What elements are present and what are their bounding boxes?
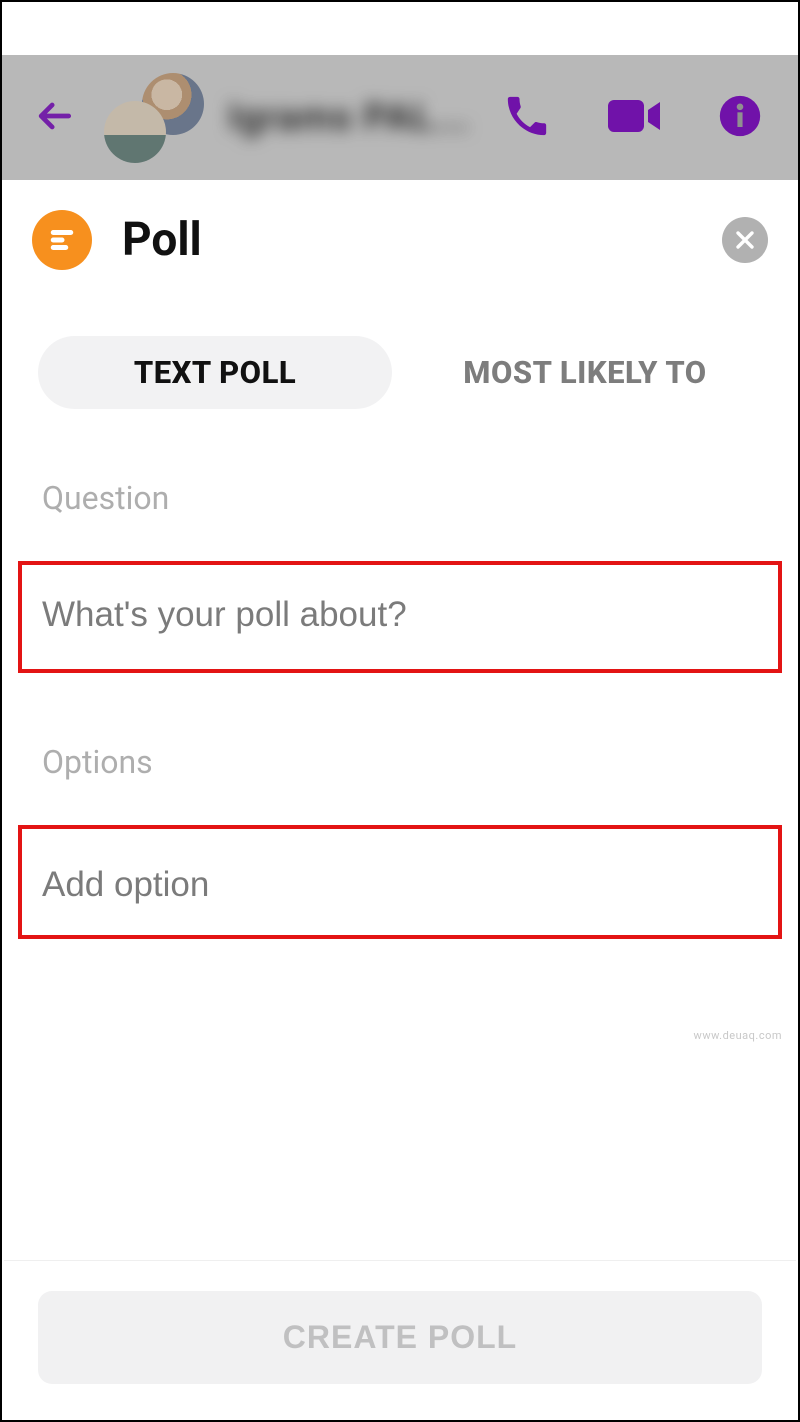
- sheet-footer: CREATE POLL: [4, 1260, 796, 1418]
- option-field-highlight: [18, 825, 782, 939]
- back-arrow-icon[interactable]: [32, 94, 76, 142]
- chat-title[interactable]: Igrams PAL...: [228, 96, 500, 140]
- watermark-text: www.deuaq.com: [694, 1029, 782, 1042]
- chat-top-nav: Igrams PAL...: [2, 55, 798, 180]
- options-section-label: Options: [4, 743, 796, 781]
- avatar-icon: [104, 101, 166, 163]
- tab-text-poll[interactable]: TEXT POLL: [38, 336, 392, 409]
- status-bar-spacer: [2, 2, 798, 55]
- question-section-label: Question: [4, 479, 796, 517]
- tab-most-likely-to[interactable]: MOST LIKELY TO: [408, 336, 762, 409]
- close-button[interactable]: [722, 217, 768, 263]
- poll-icon: [32, 210, 92, 270]
- video-call-icon[interactable]: [606, 94, 662, 142]
- nav-action-icons: [504, 93, 762, 143]
- info-icon[interactable]: [718, 94, 762, 142]
- sheet-title: Poll: [122, 213, 722, 267]
- close-icon: [733, 228, 757, 252]
- voice-call-icon[interactable]: [504, 93, 550, 143]
- create-poll-button[interactable]: CREATE POLL: [38, 1291, 762, 1384]
- chat-avatars[interactable]: [104, 73, 204, 163]
- question-field-highlight: [18, 561, 782, 673]
- option-input[interactable]: [42, 865, 758, 905]
- sheet-header: Poll: [4, 210, 796, 270]
- question-input[interactable]: [42, 595, 758, 635]
- poll-sheet: Poll TEXT POLL MOST LIKELY TO Question O…: [4, 180, 796, 1418]
- poll-type-tabs: TEXT POLL MOST LIKELY TO: [4, 336, 796, 409]
